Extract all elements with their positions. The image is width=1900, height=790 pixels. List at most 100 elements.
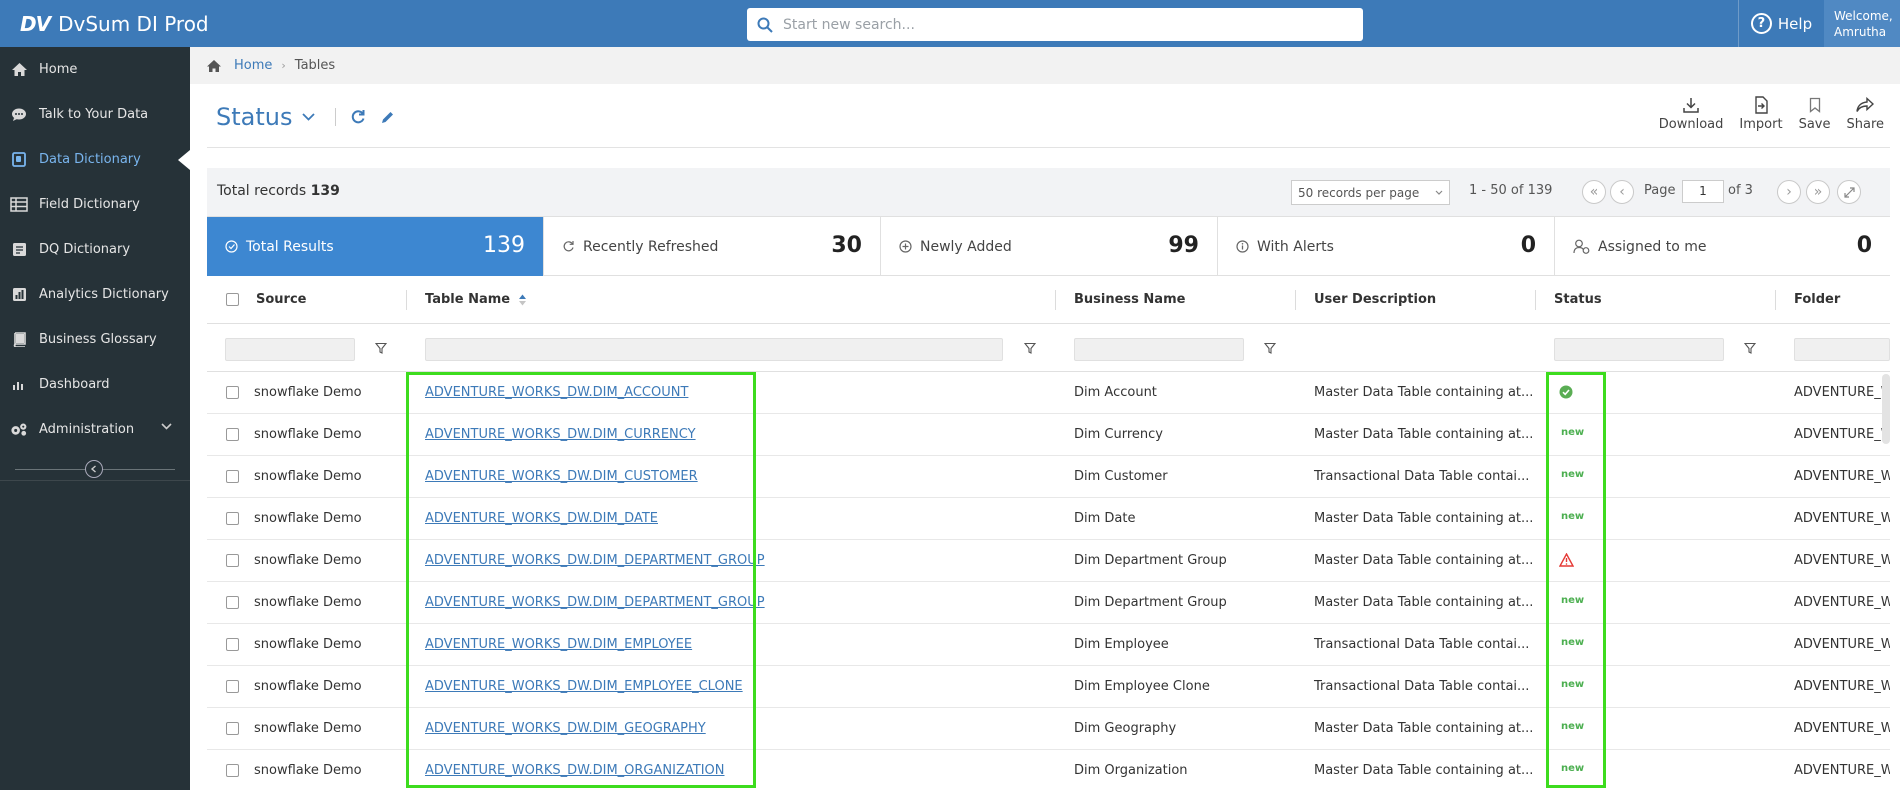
folder-filter-input[interactable]	[1794, 338, 1890, 361]
table-name-link[interactable]: ADVENTURE_WORKS_DW.DIM_ACCOUNT	[425, 385, 688, 400]
summary-card-newly-added[interactable]: Newly Added 99	[881, 217, 1218, 276]
table-name-link[interactable]: ADVENTURE_WORKS_DW.DIM_DEPARTMENT_GROUP	[425, 553, 765, 568]
row-checkbox[interactable]	[226, 512, 239, 525]
table-row[interactable]: snowflake Demo ADVENTURE_WORKS_DW.DIM_DA…	[207, 498, 1890, 540]
search-input[interactable]	[783, 16, 1343, 33]
column-divider[interactable]	[1535, 290, 1536, 310]
business-name-filter-input[interactable]	[1074, 338, 1244, 361]
table-name-link[interactable]: ADVENTURE_WORKS_DW.DIM_GEOGRAPHY	[425, 721, 706, 736]
expand-button[interactable]	[1837, 180, 1861, 204]
table-name-filter-input[interactable]	[425, 338, 1003, 361]
last-page-button[interactable]: »	[1806, 180, 1830, 204]
column-header-user-description[interactable]: User Description	[1314, 292, 1436, 307]
table-name-link[interactable]: ADVENTURE_WORKS_DW.DIM_CUSTOMER	[425, 469, 698, 484]
sidebar-item-dq-dictionary[interactable]: DQ Dictionary	[0, 227, 190, 272]
table-name-link[interactable]: ADVENTURE_WORKS_DW.DIM_EMPLOYEE	[425, 637, 692, 652]
share-button[interactable]: Share	[1846, 95, 1884, 135]
sidebar-item-administration[interactable]: Administration	[0, 407, 190, 452]
sidebar-item-label: Home	[39, 62, 78, 77]
save-button[interactable]: Save	[1799, 95, 1830, 135]
chevron-right-icon: ›	[1786, 184, 1792, 200]
table-row[interactable]: snowflake Demo ADVENTURE_WORKS_DW.DIM_OR…	[207, 750, 1890, 790]
summary-card-count: 30	[831, 233, 862, 258]
summary-card-label: Newly Added	[920, 238, 1012, 255]
help-button[interactable]: ? Help	[1738, 0, 1824, 47]
filter-icon[interactable]	[1744, 342, 1756, 354]
previous-page-button[interactable]: ‹	[1610, 180, 1634, 204]
summary-card-with-alerts[interactable]: With Alerts 0	[1218, 217, 1555, 276]
import-button[interactable]: Import	[1739, 95, 1783, 135]
column-divider[interactable]	[1295, 290, 1296, 310]
vertical-scrollbar[interactable]	[1882, 374, 1890, 444]
table-row[interactable]: snowflake Demo ADVENTURE_WORKS_DW.DIM_EM…	[207, 666, 1890, 708]
app-logo[interactable]: DV DvSum DI Prod	[20, 10, 209, 38]
row-checkbox[interactable]	[226, 722, 239, 735]
filter-icon[interactable]	[375, 342, 387, 354]
table-name-link[interactable]: ADVENTURE_WORKS_DW.DIM_DEPARTMENT_GROUP	[425, 595, 765, 610]
row-checkbox[interactable]	[226, 764, 239, 777]
table-row[interactable]: snowflake Demo ADVENTURE_WORKS_DW.DIM_GE…	[207, 708, 1890, 750]
row-checkbox[interactable]	[226, 638, 239, 651]
home-icon[interactable]	[206, 59, 222, 73]
next-page-button[interactable]: ›	[1777, 180, 1801, 204]
table-row[interactable]: snowflake Demo ADVENTURE_WORKS_DW.DIM_DE…	[207, 540, 1890, 582]
breadcrumb-home-link[interactable]: Home	[234, 58, 272, 73]
table-name-link[interactable]: ADVENTURE_WORKS_DW.DIM_ORGANIZATION	[425, 763, 724, 778]
row-checkbox[interactable]	[226, 596, 239, 609]
download-button[interactable]: Download	[1659, 95, 1723, 135]
column-header-table-name[interactable]: Table Name	[425, 292, 527, 307]
row-checkbox[interactable]	[226, 680, 239, 693]
source-filter-input[interactable]	[225, 338, 355, 361]
records-per-page-select[interactable]: 50 records per page	[1291, 180, 1450, 205]
folder-cell: ADVENTURE_W	[1794, 595, 1890, 610]
sort-icon[interactable]	[518, 294, 527, 306]
column-divider[interactable]	[406, 290, 407, 310]
column-header-status[interactable]: Status	[1554, 292, 1602, 307]
edit-view-button[interactable]	[380, 110, 395, 125]
user-menu[interactable]: Welcome, Amrutha	[1824, 0, 1900, 47]
first-page-button[interactable]: «	[1582, 180, 1606, 204]
summary-card-total-results[interactable]: Total Results 139	[207, 217, 544, 276]
table-name-link[interactable]: ADVENTURE_WORKS_DW.DIM_CURRENCY	[425, 427, 696, 442]
column-header-business-name[interactable]: Business Name	[1074, 292, 1185, 307]
column-header-source[interactable]: Source	[256, 292, 306, 307]
refresh-button[interactable]	[350, 109, 366, 125]
chevron-down-icon[interactable]	[302, 113, 316, 121]
sidebar-item-talk-to-your-data[interactable]: Talk to Your Data	[0, 92, 190, 137]
sidebar-item-analytics-dictionary[interactable]: Analytics Dictionary	[0, 272, 190, 317]
page-number-input[interactable]: 1	[1682, 180, 1724, 203]
select-all-checkbox[interactable]	[226, 293, 239, 306]
import-label: Import	[1739, 117, 1783, 132]
column-header-folder[interactable]: Folder	[1794, 292, 1840, 307]
table-name-link[interactable]: ADVENTURE_WORKS_DW.DIM_EMPLOYEE_CLONE	[425, 679, 743, 694]
summary-card-assigned-to-me[interactable]: Assigned to me 0	[1555, 217, 1890, 276]
sidebar-item-business-glossary[interactable]: Business Glossary	[0, 317, 190, 362]
table-name-link[interactable]: ADVENTURE_WORKS_DW.DIM_DATE	[425, 511, 658, 526]
business-name-cell: Dim Geography	[1074, 721, 1177, 736]
sidebar-item-field-dictionary[interactable]: Field Dictionary	[0, 182, 190, 227]
status-filter-input[interactable]	[1554, 338, 1724, 361]
table-row[interactable]: snowflake Demo ADVENTURE_WORKS_DW.DIM_DE…	[207, 582, 1890, 624]
table-row[interactable]: snowflake Demo ADVENTURE_WORKS_DW.DIM_AC…	[207, 372, 1890, 414]
filter-icon[interactable]	[1264, 342, 1276, 354]
global-search[interactable]	[747, 8, 1363, 41]
sidebar-item-dashboard[interactable]: Dashboard	[0, 362, 190, 407]
dictionary-icon	[10, 151, 28, 169]
sidebar-item-data-dictionary[interactable]: Data Dictionary	[0, 137, 190, 182]
sidebar-item-home[interactable]: Home	[0, 47, 190, 92]
column-divider[interactable]	[1775, 290, 1776, 310]
row-checkbox[interactable]	[226, 554, 239, 567]
page-title[interactable]: Status	[216, 103, 292, 131]
table-row[interactable]: snowflake Demo ADVENTURE_WORKS_DW.DIM_CU…	[207, 414, 1890, 456]
status-new-badge: new	[1561, 595, 1585, 606]
summary-card-recently-refreshed[interactable]: Recently Refreshed 30	[544, 217, 881, 276]
table-row[interactable]: snowflake Demo ADVENTURE_WORKS_DW.DIM_CU…	[207, 456, 1890, 498]
collapse-sidebar-button[interactable]	[85, 460, 103, 478]
chevron-left-icon: ‹	[1619, 184, 1625, 200]
row-checkbox[interactable]	[226, 386, 239, 399]
column-divider[interactable]	[1055, 290, 1056, 310]
row-checkbox[interactable]	[226, 428, 239, 441]
filter-icon[interactable]	[1024, 342, 1036, 354]
table-row[interactable]: snowflake Demo ADVENTURE_WORKS_DW.DIM_EM…	[207, 624, 1890, 666]
row-checkbox[interactable]	[226, 470, 239, 483]
